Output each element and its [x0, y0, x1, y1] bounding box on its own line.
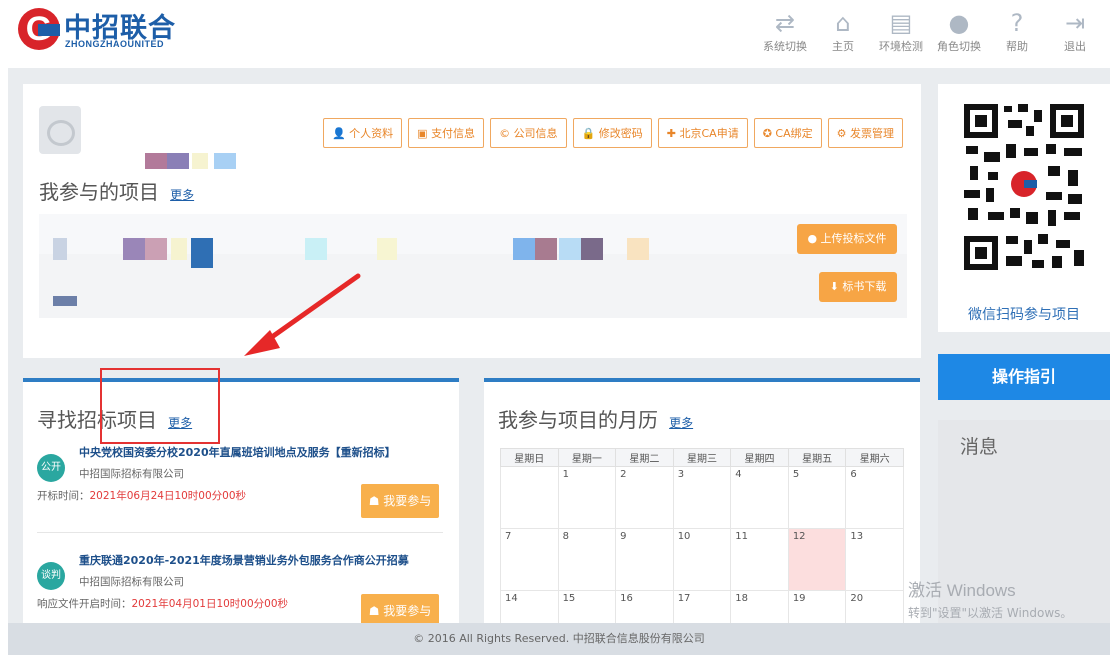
annotation-highlight-box: [100, 368, 220, 444]
annotation-arrow: [244, 273, 361, 356]
